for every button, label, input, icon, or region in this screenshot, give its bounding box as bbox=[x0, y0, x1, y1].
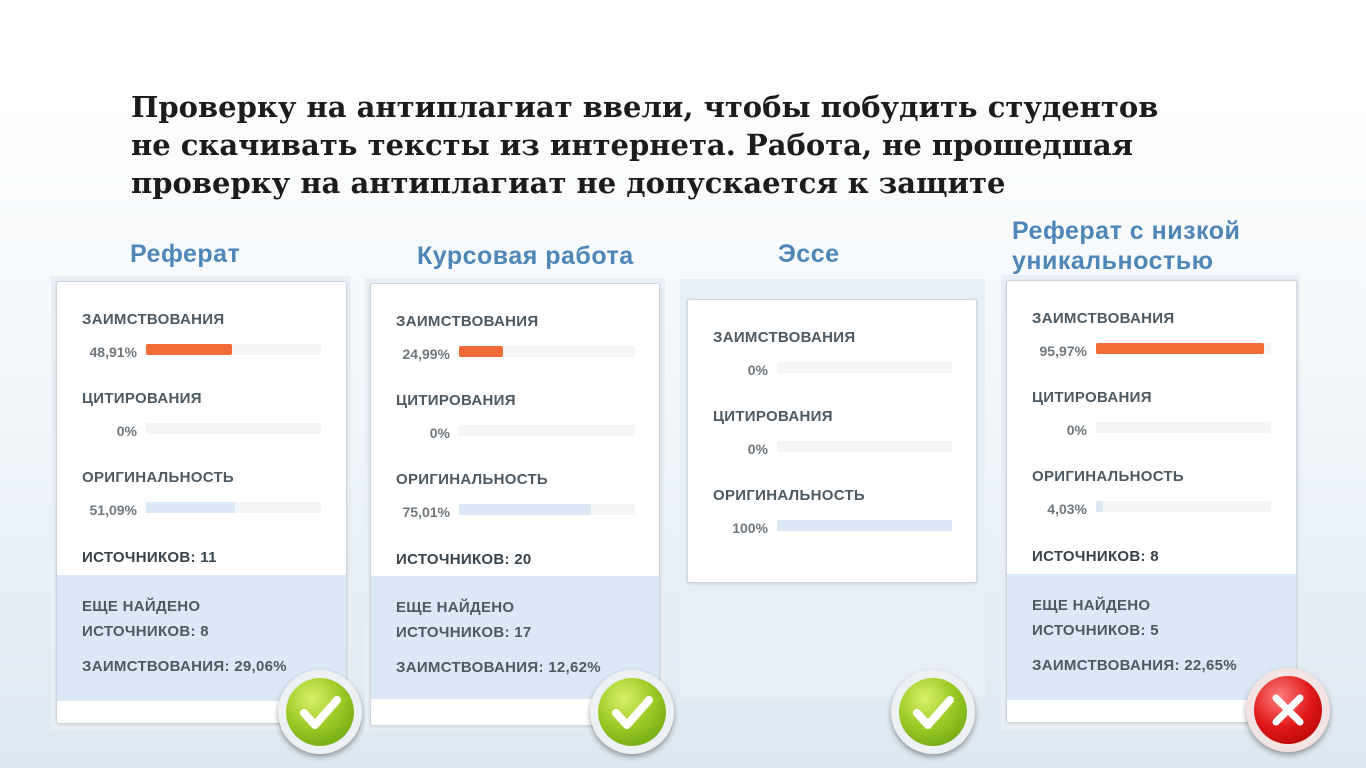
extra-sources-count: ИСТОЧНИКОВ: 8 bbox=[82, 623, 209, 640]
accepted-badge bbox=[278, 670, 362, 754]
sources-count: ИСТОЧНИКОВ: 8 bbox=[1032, 548, 1159, 565]
borrowing-bar-track bbox=[1096, 343, 1271, 354]
originality-bar-fill bbox=[777, 520, 952, 531]
sources-count: ИСТОЧНИКОВ: 20 bbox=[396, 551, 532, 568]
borrowing-bar-track bbox=[459, 346, 635, 357]
originality-metric: ОРИГИНАЛЬНОСТЬ 75,01% bbox=[371, 471, 659, 527]
extra-found-label: ЕЩЕ НАЙДЕНО bbox=[1032, 597, 1151, 614]
citation-value: 0% bbox=[116, 423, 137, 439]
accepted-badge bbox=[590, 670, 674, 754]
citation-label: ЦИТИРОВАНИЯ bbox=[713, 408, 833, 425]
citation-metric: ЦИТИРОВАНИЯ 0% bbox=[57, 390, 346, 446]
citation-value: 0% bbox=[429, 425, 450, 441]
checkmark-icon bbox=[286, 678, 354, 746]
heading-line: не скачивать тексты из интернета. Работа… bbox=[131, 128, 1134, 162]
originality-label: ОРИГИНАЛЬНОСТЬ bbox=[1032, 468, 1184, 485]
originality-bar-track bbox=[777, 520, 952, 531]
checkmark-icon bbox=[598, 678, 666, 746]
extra-sources-count: ИСТОЧНИКОВ: 5 bbox=[1032, 622, 1159, 639]
borrowing-label: ЗАИМСТВОВАНИЯ bbox=[1032, 310, 1175, 327]
rejected-badge bbox=[1246, 668, 1330, 752]
borrowing-bar-fill bbox=[1096, 343, 1264, 354]
citation-label: ЦИТИРОВАНИЯ bbox=[1032, 389, 1152, 406]
originality-bar-fill bbox=[459, 504, 592, 515]
borrowing-metric: ЗАИМСТВОВАНИЯ 95,97% bbox=[1007, 310, 1296, 366]
accepted-badge bbox=[891, 670, 975, 754]
borrowing-metric: ЗАИМСТВОВАНИЯ 0% bbox=[688, 329, 976, 385]
borrowing-label: ЗАИМСТВОВАНИЯ bbox=[713, 329, 856, 346]
extra-borrowing: ЗАИМСТВОВАНИЯ: 12,62% bbox=[396, 659, 601, 676]
originality-bar-fill bbox=[146, 502, 236, 513]
extra-found-label: ЕЩЕ НАЙДЕНО bbox=[396, 599, 515, 616]
originality-metric: ОРИГИНАЛЬНОСТЬ 100% bbox=[688, 487, 976, 543]
extra-borrowing: ЗАИМСТВОВАНИЯ: 22,65% bbox=[1032, 657, 1237, 674]
citation-bar-track bbox=[146, 423, 321, 434]
card-title-low-uniqueness: Реферат с низкой уникальностью bbox=[1012, 217, 1241, 275]
cross-icon bbox=[1254, 676, 1322, 744]
originality-label: ОРИГИНАЛЬНОСТЬ bbox=[396, 471, 548, 488]
citation-label: ЦИТИРОВАНИЯ bbox=[396, 392, 516, 409]
originality-value: 75,01% bbox=[402, 504, 450, 520]
citation-value: 0% bbox=[1066, 422, 1087, 438]
originality-metric: ОРИГИНАЛЬНОСТЬ 4,03% bbox=[1007, 468, 1296, 524]
card-title-referat: Реферат bbox=[130, 240, 241, 268]
originality-bar-track bbox=[1096, 501, 1271, 512]
heading-line: проверку на антиплагиат не допускается к… bbox=[131, 166, 1006, 200]
borrowing-label: ЗАИМСТВОВАНИЯ bbox=[82, 311, 225, 328]
originality-value: 100% bbox=[732, 520, 768, 536]
citation-label: ЦИТИРОВАНИЯ bbox=[82, 390, 202, 407]
citation-bar-track bbox=[1096, 422, 1271, 433]
extra-found-label: ЕЩЕ НАЙДЕНО bbox=[82, 598, 201, 615]
borrowing-value: 95,97% bbox=[1039, 343, 1087, 359]
originality-bar-fill bbox=[1096, 501, 1104, 512]
originality-value: 51,09% bbox=[89, 502, 137, 518]
borrowing-bar-fill bbox=[459, 346, 503, 357]
originality-bar-track bbox=[459, 504, 635, 515]
citation-value: 0% bbox=[747, 441, 768, 457]
extra-borrowing: ЗАИМСТВОВАНИЯ: 29,06% bbox=[82, 658, 287, 675]
originality-metric: ОРИГИНАЛЬНОСТЬ 51,09% bbox=[57, 469, 346, 525]
originality-label: ОРИГИНАЛЬНОСТЬ bbox=[82, 469, 234, 486]
report-card-coursework: ЗАИМСТВОВАНИЯ 24,99% ЦИТИРОВАНИЯ 0% ОРИГ… bbox=[370, 283, 660, 726]
extra-sources-count: ИСТОЧНИКОВ: 17 bbox=[396, 624, 532, 641]
originality-value: 4,03% bbox=[1047, 501, 1087, 517]
report-card-low-uniqueness: ЗАИМСТВОВАНИЯ 95,97% ЦИТИРОВАНИЯ 0% ОРИГ… bbox=[1006, 280, 1297, 723]
originality-bar-track bbox=[146, 502, 321, 513]
borrowing-bar-track bbox=[146, 344, 321, 355]
card-title-coursework: Курсовая работа bbox=[417, 242, 634, 270]
extra-sources-block: ЕЩЕ НАЙДЕНО ИСТОЧНИКОВ: 5 ЗАИМСТВОВАНИЯ:… bbox=[1007, 574, 1296, 700]
borrowing-bar-fill bbox=[146, 344, 232, 355]
citation-metric: ЦИТИРОВАНИЯ 0% bbox=[688, 408, 976, 464]
borrowing-label: ЗАИМСТВОВАНИЯ bbox=[396, 313, 539, 330]
citation-bar-track bbox=[777, 441, 952, 452]
citation-bar-track bbox=[459, 425, 635, 436]
report-card-referat: ЗАИМСТВОВАНИЯ 48,91% ЦИТИРОВАНИЯ 0% ОРИГ… bbox=[56, 281, 347, 724]
citation-metric: ЦИТИРОВАНИЯ 0% bbox=[1007, 389, 1296, 445]
checkmark-icon bbox=[899, 678, 967, 746]
sources-count: ИСТОЧНИКОВ: 11 bbox=[82, 549, 217, 566]
slide-heading: Проверку на антиплагиат ввели, чтобы поб… bbox=[131, 88, 1281, 202]
report-card-essay: ЗАИМСТВОВАНИЯ 0% ЦИТИРОВАНИЯ 0% ОРИГИНАЛ… bbox=[687, 299, 977, 583]
borrowing-bar-track bbox=[777, 362, 952, 373]
originality-label: ОРИГИНАЛЬНОСТЬ bbox=[713, 487, 865, 504]
borrowing-value: 48,91% bbox=[89, 344, 137, 360]
heading-line: Проверку на антиплагиат ввели, чтобы поб… bbox=[131, 90, 1159, 124]
citation-metric: ЦИТИРОВАНИЯ 0% bbox=[371, 392, 659, 448]
borrowing-value: 24,99% bbox=[402, 346, 450, 362]
borrowing-metric: ЗАИМСТВОВАНИЯ 24,99% bbox=[371, 313, 659, 369]
borrowing-value: 0% bbox=[747, 362, 768, 378]
borrowing-metric: ЗАИМСТВОВАНИЯ 48,91% bbox=[57, 311, 346, 367]
card-title-essay: Эссе bbox=[778, 240, 840, 268]
